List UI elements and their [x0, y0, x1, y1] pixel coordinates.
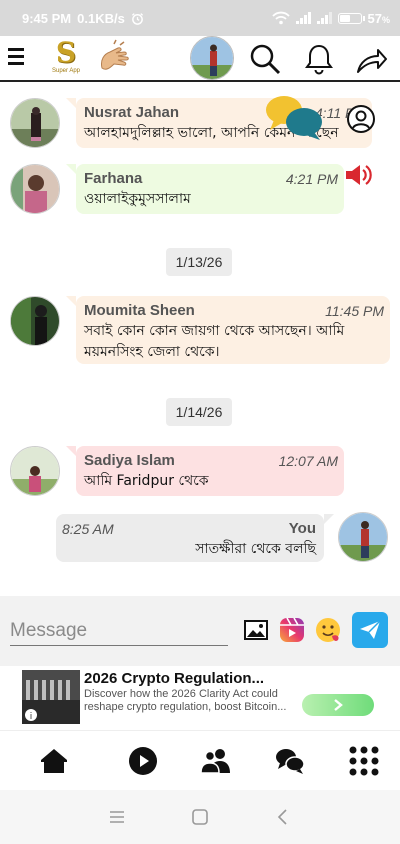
message-text: আমি Faridpur থেকে [84, 473, 209, 489]
sender-avatar[interactable] [10, 164, 60, 214]
date-separator: 1/13/26 [166, 248, 232, 276]
battery-percent: 57% [367, 10, 390, 26]
send-button[interactable] [352, 612, 388, 648]
app-logo[interactable]: S Super App [50, 38, 82, 76]
chat-icon[interactable] [274, 745, 306, 777]
message-bubble[interactable]: Farhana 4:21 PM ওয়ালাইকুমুসসালাম [66, 164, 344, 214]
search-icon[interactable] [248, 42, 282, 76]
message-text: সবাই কোন কোন জায়গা থেকে আসছেন। আমি ময়ম… [84, 323, 345, 360]
message-bubble[interactable]: Moumita Sheen 11:45 PM সবাই কোন কোন জায়… [66, 296, 390, 364]
wifi-icon [271, 11, 290, 25]
recent-apps-icon[interactable] [108, 808, 126, 826]
chat-list[interactable]: Nusrat Jahan 4:11 PM আলহামদুলিল্লাহ ভালো… [0, 84, 400, 596]
users-icon[interactable] [200, 745, 232, 777]
message-bubble[interactable]: Sadiya Islam 12:07 AM আমি Faridpur থেকে [66, 446, 344, 496]
home-button-icon[interactable] [191, 808, 209, 826]
play-icon[interactable] [127, 745, 159, 777]
own-avatar[interactable] [338, 512, 388, 562]
home-icon[interactable] [38, 745, 70, 777]
bell-icon[interactable] [302, 42, 336, 76]
battery-icon [337, 12, 365, 24]
sender-avatar[interactable] [10, 296, 60, 346]
reels-icon[interactable] [278, 616, 306, 644]
status-time: 9:45 PM [22, 10, 72, 26]
sender-avatar[interactable] [10, 98, 60, 148]
status-bar: 9:45 PM 0.1KB/s 57% [0, 0, 400, 36]
chat-bubbles-icon[interactable] [264, 94, 326, 142]
message-time: 11:45 PM [325, 303, 384, 319]
alarm-icon [131, 12, 143, 25]
emoji-sticker-icon[interactable] [314, 616, 342, 644]
network-speed: 0.1KB/s [77, 10, 125, 26]
message-composer [0, 596, 400, 666]
message-text: ওয়ালাইকুমুসসালাম [84, 191, 191, 207]
system-nav-bar [0, 790, 400, 844]
ad-description: Discover how the 2026 Clarity Act could … [84, 688, 287, 713]
ad-banner[interactable]: i 2026 Crypto Regulation... Discover how… [0, 666, 400, 728]
menu-icon[interactable] [8, 48, 24, 66]
ad-open-button[interactable] [302, 694, 374, 716]
message-time: 4:21 PM [285, 171, 338, 187]
sender-avatar[interactable] [10, 446, 60, 496]
ad-image[interactable]: i [22, 670, 80, 724]
message-text: সাতক্ষীরা থেকে বলছি [195, 541, 316, 557]
own-message-bubble[interactable]: 8:25 AM You সাতক্ষীরা থেকে বলছি [56, 514, 334, 562]
message-bubble[interactable]: Nusrat Jahan 4:11 PM আলহামদুলিল্লাহ ভালো… [66, 98, 372, 148]
date-separator: 1/14/26 [166, 398, 232, 426]
chevron-right-icon [334, 699, 343, 711]
hand-gesture-icon[interactable] [94, 38, 134, 78]
grid-icon[interactable] [348, 745, 380, 777]
speaker-icon[interactable] [344, 162, 372, 188]
app-bar: S Super App [0, 36, 400, 82]
bottom-nav [0, 730, 400, 790]
svg-text:i: i [30, 712, 33, 722]
share-icon[interactable] [354, 42, 388, 76]
message-input[interactable] [10, 616, 228, 646]
user-circle-icon[interactable] [346, 104, 376, 134]
back-icon[interactable] [274, 808, 292, 826]
image-icon[interactable] [242, 616, 270, 644]
ad-title[interactable]: 2026 Crypto Regulation... [84, 670, 264, 687]
send-icon [360, 620, 381, 639]
message-time: 12:07 AM [278, 453, 338, 469]
profile-avatar[interactable] [190, 36, 234, 80]
message-time: 8:25 AM [62, 521, 114, 537]
signal-icon [295, 12, 311, 24]
signal-icon-2 [316, 12, 332, 24]
